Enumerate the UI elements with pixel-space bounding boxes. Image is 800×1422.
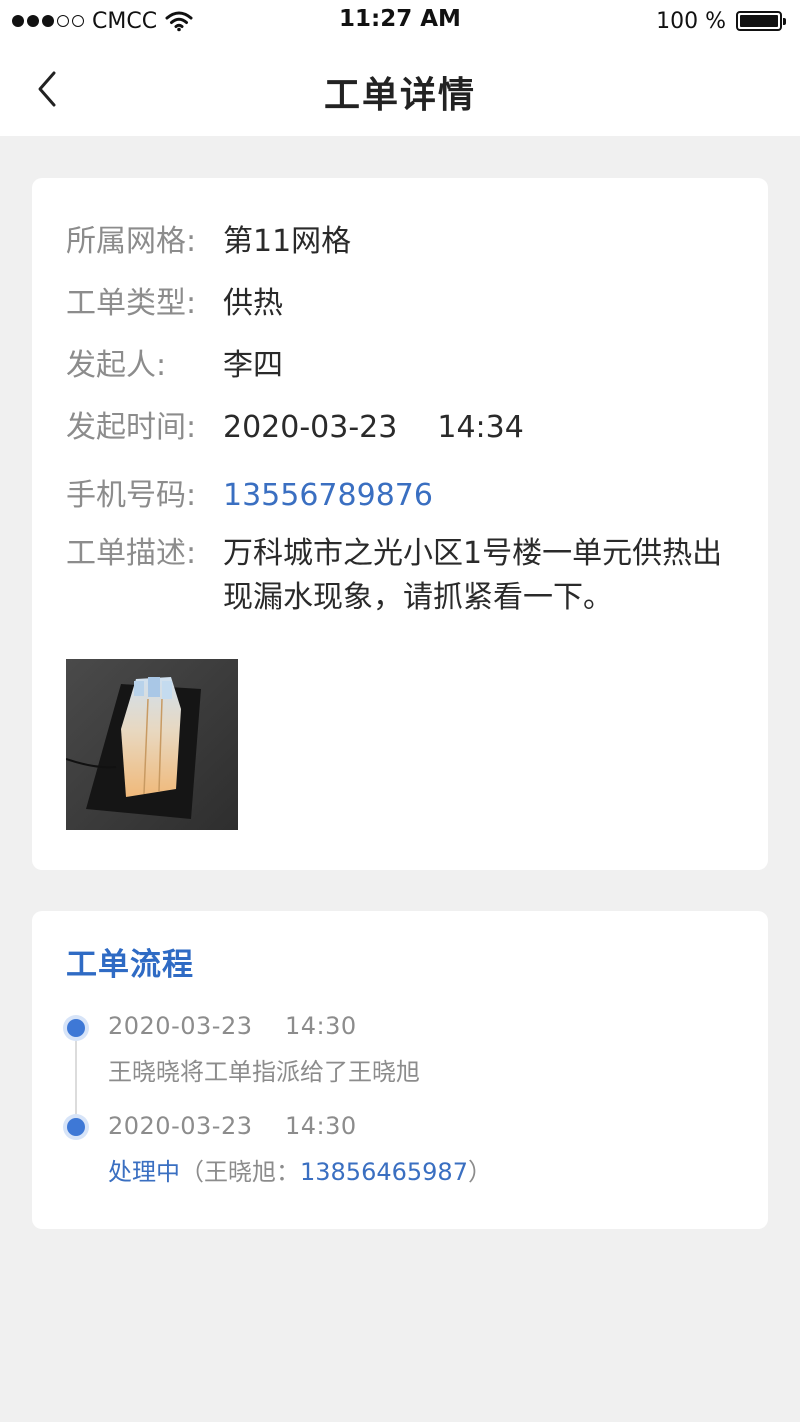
flow-section-title: 工单流程 bbox=[66, 947, 194, 983]
work-order-detail-card: 所属网格: 第11网格 工单类型: 供热 发起人: 李四 发起时间: 2020-… bbox=[32, 178, 768, 870]
start-date: 2020-03-23 bbox=[223, 410, 398, 445]
timeline-dot-icon bbox=[67, 1019, 85, 1037]
type-value: 供热 bbox=[223, 286, 283, 321]
attachment-photo[interactable] bbox=[66, 659, 238, 830]
grid-label: 所属网格: bbox=[66, 224, 197, 259]
type-row: 工单类型: 供热 bbox=[66, 282, 738, 326]
type-label: 工单类型: bbox=[66, 286, 197, 321]
start-time-value: 2020-03-23 14:34 bbox=[223, 406, 524, 450]
start-time-row: 发起时间: 2020-03-23 14:34 bbox=[66, 406, 738, 450]
initiator-label: 发起人: bbox=[66, 348, 167, 383]
photo-thumbnail bbox=[66, 659, 238, 830]
description-value: 万科城市之光小区1号楼一单元供热出现漏水现象，请抓紧看一下。 bbox=[223, 536, 723, 615]
grid-row: 所属网格: 第11网格 bbox=[66, 220, 738, 264]
phone-link[interactable]: 13556789876 bbox=[223, 474, 433, 518]
assignee-text: （王晓旭： bbox=[180, 1158, 300, 1186]
nav-bar: 工单详情 bbox=[0, 42, 800, 136]
grid-value: 第11网格 bbox=[223, 224, 352, 259]
start-clock: 14:34 bbox=[437, 410, 524, 445]
status-badge: 处理中 bbox=[108, 1158, 180, 1186]
work-order-flow-card: 工单流程 2020-03-23 14:30 王晓晓将工单指派给了王晓旭 2020… bbox=[32, 911, 768, 1229]
description-label: 工单描述: bbox=[66, 536, 197, 571]
timeline-description: 处理中（王晓旭：13856465987） bbox=[108, 1158, 492, 1186]
phone-label: 手机号码: bbox=[66, 478, 197, 513]
page-title: 工单详情 bbox=[323, 75, 476, 116]
description-row: 工单描述: 万科城市之光小区1号楼一单元供热出现漏水现象，请抓紧看一下。 bbox=[66, 532, 738, 620]
battery-icon bbox=[736, 11, 786, 31]
status-bar: CMCC 11:27 AM 100 % bbox=[0, 0, 800, 42]
timeline-dot-icon bbox=[67, 1118, 85, 1136]
start-time-label: 发起时间: bbox=[66, 410, 197, 445]
assignee-phone-link[interactable]: 13856465987 bbox=[300, 1158, 468, 1186]
initiator-row: 发起人: 李四 bbox=[66, 344, 738, 388]
status-bar-right: 100 % bbox=[656, 6, 786, 36]
phone-row: 手机号码: 13556789876 bbox=[66, 474, 738, 518]
timeline-description: 王晓晓将工单指派给了王晓旭 bbox=[108, 1058, 420, 1086]
timeline-timestamp: 2020-03-23 14:30 bbox=[108, 1012, 357, 1040]
battery-percent: 100 % bbox=[656, 8, 726, 34]
timeline-line bbox=[75, 1029, 77, 1125]
timeline-timestamp: 2020-03-23 14:30 bbox=[108, 1112, 357, 1140]
initiator-value: 李四 bbox=[223, 348, 283, 383]
